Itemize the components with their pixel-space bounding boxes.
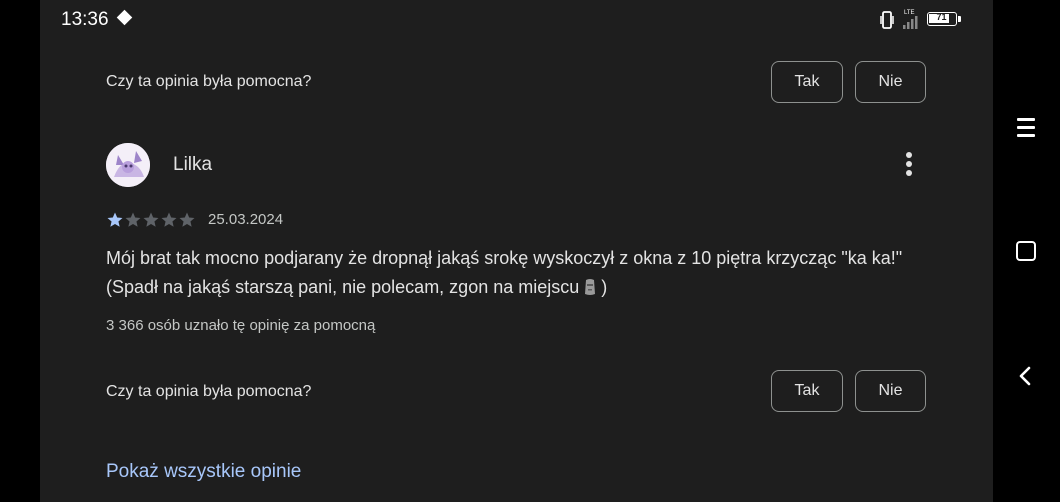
signal-icon: LTE — [903, 10, 918, 29]
avatar[interactable] — [106, 143, 150, 187]
avatar-image — [106, 143, 150, 187]
review-text: Mój brat tak mocno podjarany że dropnął … — [106, 244, 936, 302]
home-icon[interactable] — [1016, 241, 1036, 261]
app-window: 13:36 LTE 71 Czy ta opinia była pomocna?… — [40, 0, 993, 502]
status-time: 13:36 — [61, 9, 109, 30]
notification-icon — [116, 9, 133, 26]
helpful-no-button[interactable]: Nie — [855, 61, 926, 103]
review-date: 25.03.2024 — [208, 211, 284, 228]
network-type: LTE — [904, 10, 915, 16]
star-icon — [107, 212, 123, 227]
star-icon — [179, 212, 195, 227]
helpful-count: 3 366 osób uznało tę opinię za pomocną — [106, 317, 376, 334]
helpful-yes-button[interactable]: Tak — [771, 370, 843, 412]
battery-level: 71 — [936, 12, 947, 22]
helpful-no-button[interactable]: Nie — [855, 370, 926, 412]
battery-tip — [958, 16, 961, 22]
battery-icon: 71 — [927, 12, 957, 26]
helpful-question: Czy ta opinia była pomocna? — [106, 383, 312, 400]
review-text-end: ) — [601, 277, 608, 297]
navigation-bar — [993, 0, 1060, 502]
helpful-yes-button[interactable]: Tak — [771, 61, 843, 103]
moai-emoji-icon — [585, 279, 596, 295]
more-options-icon[interactable] — [904, 152, 914, 178]
helpful-question: Czy ta opinia była pomocna? — [106, 73, 312, 90]
show-all-reviews-link[interactable]: Pokaż wszystkie opinie — [106, 461, 301, 483]
star-icon — [125, 212, 141, 227]
star-rating — [106, 211, 196, 229]
menu-icon[interactable] — [1017, 118, 1035, 138]
vibrate-icon — [880, 11, 894, 29]
review-author: Lilka — [173, 154, 213, 175]
back-icon[interactable] — [1018, 366, 1032, 386]
star-icon — [143, 212, 159, 227]
status-bar: 13:36 LTE 71 — [40, 0, 993, 40]
review-text-body: Mój brat tak mocno podjarany że dropnął … — [106, 248, 903, 297]
star-icon — [161, 212, 177, 227]
